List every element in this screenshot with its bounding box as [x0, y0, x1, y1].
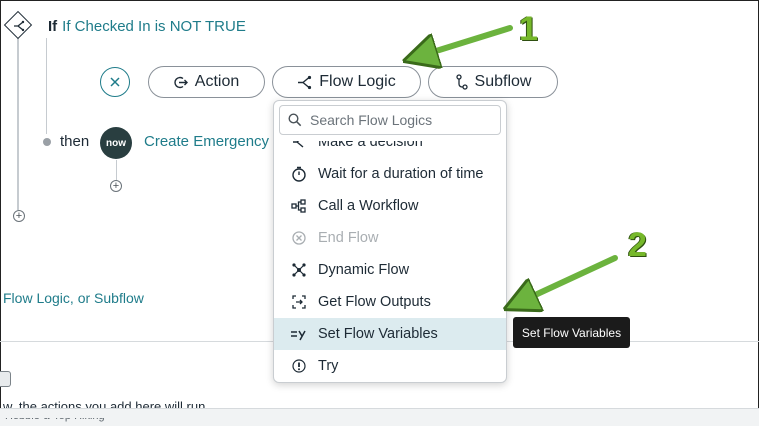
action-icon [174, 76, 188, 88]
add-step-button[interactable]: + [110, 180, 122, 192]
search-input[interactable] [308, 111, 492, 129]
then-label: then [60, 133, 90, 150]
action-button[interactable]: Action [148, 66, 265, 98]
menu-item-set-flow-variables[interactable]: Set Flow Variables [274, 318, 506, 350]
connector-line [17, 38, 19, 210]
hint-text[interactable]: Flow Logic, or Subflow [3, 290, 144, 306]
menu-item-call-workflow[interactable]: Call a Workflow [274, 190, 506, 222]
condition-label[interactable]: If Checked In is NOT TRUE [62, 18, 246, 35]
action-button-label: Action [194, 73, 240, 90]
condition-keyword: If [48, 18, 58, 35]
menu-item-label: Make a decision [318, 134, 423, 150]
search-box[interactable] [279, 105, 501, 135]
menu-item-label: Get Flow Outputs [318, 294, 431, 310]
subflow-icon [455, 74, 468, 90]
end-flow-icon [290, 229, 308, 247]
branch-icon [8, 15, 30, 37]
close-icon [110, 77, 120, 87]
step-number-1: 1 [519, 10, 538, 48]
search-icon [288, 113, 302, 127]
toggle-switch[interactable] [0, 371, 11, 387]
connector-dot [43, 138, 51, 146]
workflow-icon [290, 197, 308, 215]
decision-icon [290, 141, 308, 151]
close-button[interactable] [100, 67, 130, 97]
subflow-button-label: Subflow [474, 73, 532, 90]
flow-logic-icon [298, 75, 312, 89]
menu-item-label: Try [318, 358, 339, 374]
tooltip: Set Flow Variables [513, 317, 630, 348]
connector-line [46, 38, 47, 134]
menu-item-wait[interactable]: Wait for a duration of time [274, 158, 506, 190]
get-outputs-icon [290, 293, 308, 311]
menu-item-label: Dynamic Flow [318, 262, 410, 278]
subflow-button[interactable]: Subflow [428, 66, 558, 98]
timer-icon [290, 165, 308, 183]
condition-row[interactable]: If If Checked In is NOT TRUE [48, 18, 246, 35]
step-number-2: 2 [628, 226, 647, 264]
add-step-button[interactable]: + [13, 210, 25, 222]
menu-item-label: Call a Workflow [318, 198, 419, 214]
menu-item-get-flow-outputs[interactable]: Get Flow Outputs [274, 286, 506, 318]
flow-logic-dropdown: Make a decision Wait for a duration of t… [273, 100, 507, 383]
menu-item-label: End Flow [318, 230, 379, 246]
now-logo: now [100, 127, 132, 159]
menu-item-end-flow: End Flow [274, 222, 506, 254]
menu-item-label: Wait for a duration of time [318, 166, 484, 182]
connector-line [116, 160, 117, 180]
action-step-link[interactable]: Create Emergency T [144, 133, 282, 150]
menu-item-dynamic-flow[interactable]: Dynamic Flow [274, 254, 506, 286]
menu-item-try[interactable]: Try [274, 350, 506, 382]
menu-item-label: Set Flow Variables [318, 326, 438, 342]
flow-logic-button-label: Flow Logic [319, 73, 396, 90]
try-icon [290, 357, 308, 375]
flow-logic-button[interactable]: Flow Logic [272, 66, 421, 98]
set-variables-icon [290, 325, 308, 343]
footer-bar [0, 408, 759, 426]
dynamic-flow-icon [290, 261, 308, 279]
